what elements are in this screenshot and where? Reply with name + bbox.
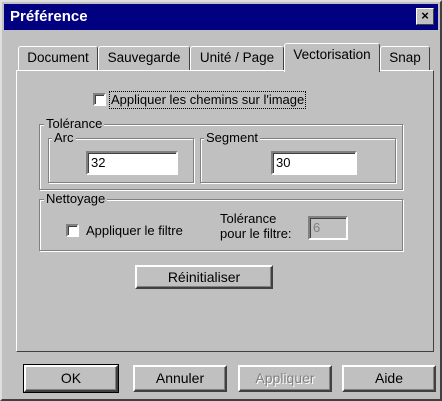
tab-vectorisation[interactable]: Vectorisation: [284, 43, 380, 72]
segment-input[interactable]: 30: [271, 151, 357, 175]
nettoyage-group: Nettoyage Appliquer le filtre Tolérance …: [39, 192, 403, 251]
tab-document[interactable]: Document: [18, 46, 98, 70]
reset-button-label: Réinitialiser: [167, 269, 241, 285]
arc-input[interactable]: 32: [86, 151, 178, 175]
nettoyage-legend: Nettoyage: [44, 191, 108, 206]
filter-tolerance-input[interactable]: 6: [308, 216, 348, 240]
help-button-label: Aide: [374, 370, 404, 386]
tab-sauvegarde[interactable]: Sauvegarde: [98, 46, 190, 70]
title-bar[interactable]: Préférence ×: [4, 4, 438, 30]
ok-button[interactable]: OK: [23, 364, 119, 393]
apply-filter-label[interactable]: Appliquer le filtre: [86, 224, 183, 238]
segment-group: Segment 30: [200, 131, 396, 183]
arc-group: Arc 32: [48, 131, 194, 183]
apply-button-label: Appliquer: [255, 370, 315, 386]
tolerance-legend: Tolérance: [44, 116, 105, 131]
filter-tolerance-label-line2: pour le filtre:: [220, 226, 292, 241]
window-title: Préférence: [10, 8, 88, 25]
ok-button-label: OK: [60, 370, 82, 386]
arc-legend: Arc: [52, 130, 76, 145]
preferences-dialog: Préférence × Document Sauvegarde Unité /…: [0, 0, 442, 401]
filter-tolerance-label-line1: Tolérance: [220, 211, 277, 226]
apply-paths-label[interactable]: Appliquer les chemins sur l'image: [108, 91, 307, 109]
segment-legend: Segment: [204, 130, 261, 145]
tolerance-group: Tolérance Arc 32 Segment 30: [39, 117, 403, 190]
cancel-button[interactable]: Annuler: [133, 365, 227, 392]
cancel-button-label: Annuler: [155, 370, 205, 386]
tab-unite-page[interactable]: Unité / Page: [190, 46, 284, 70]
help-button[interactable]: Aide: [342, 365, 436, 392]
apply-button[interactable]: Appliquer: [238, 365, 332, 392]
apply-filter-checkbox[interactable]: [66, 224, 79, 237]
tab-snap[interactable]: Snap: [380, 46, 430, 70]
tab-panel-vectorisation: Appliquer les chemins sur l'image Toléra…: [16, 70, 434, 352]
close-icon[interactable]: ×: [416, 8, 434, 25]
apply-paths-checkbox[interactable]: [93, 93, 106, 106]
reset-button[interactable]: Réinitialiser: [135, 265, 273, 289]
